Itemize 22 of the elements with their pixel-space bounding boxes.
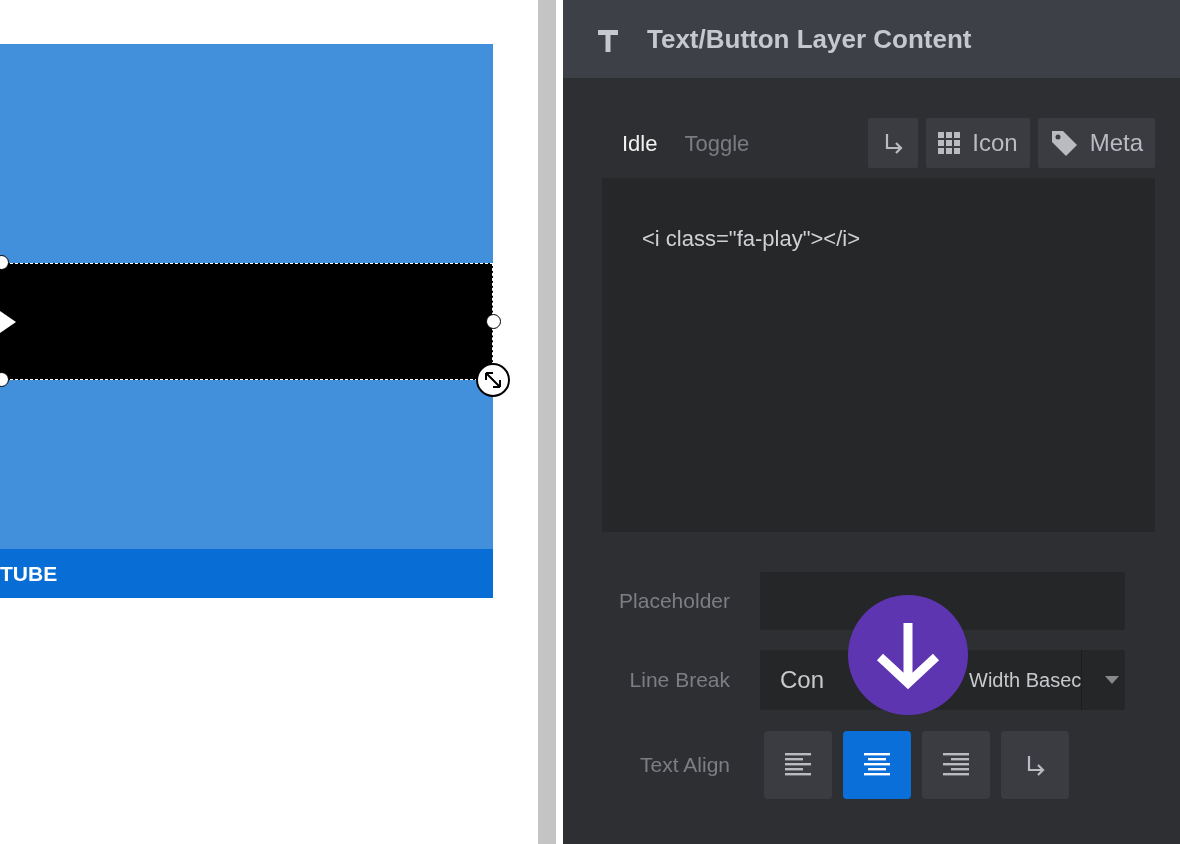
field-label: Text Align: [639, 752, 731, 779]
field-label: Placeholder: [618, 588, 731, 615]
play-icon: [0, 310, 16, 333]
state-tab[interactable]: Idle: [622, 126, 658, 160]
icon-button[interactable]: Icon: [926, 118, 1030, 168]
panel-title: Text/Button Layer Content: [647, 22, 972, 56]
caret-icon: [1104, 676, 1119, 684]
align-right-icon: [943, 753, 969, 777]
field-label: Line Break: [628, 667, 731, 694]
align-left-button[interactable]: [764, 731, 832, 799]
align-left-icon: [785, 753, 811, 777]
tag-icon: [1049, 129, 1078, 157]
align-right-button[interactable]: [922, 731, 990, 799]
line-break-button[interactable]: [868, 118, 919, 168]
content-editor[interactable]: <i class="fa-play"></i>: [602, 178, 1155, 532]
align-center-icon: [864, 753, 890, 777]
meta-button[interactable]: Meta: [1037, 118, 1155, 168]
align-center-button[interactable]: [843, 731, 911, 799]
resize-icon[interactable]: [476, 363, 510, 397]
caption-text: TUBE: [0, 560, 58, 587]
state-tab[interactable]: Toggle: [684, 126, 750, 160]
grid-icon: [938, 132, 961, 154]
